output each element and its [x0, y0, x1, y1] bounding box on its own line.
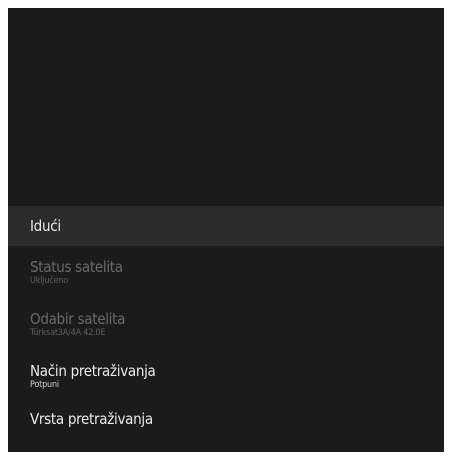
settings-menu: Idući Status satelita Uključeno Odabir s… — [8, 206, 444, 442]
menu-item-satellite-status[interactable]: Status satelita Uključeno — [8, 246, 444, 298]
menu-item-scan-type-label: Vrsta pretraživanja — [30, 410, 153, 428]
menu-item-satellite-selection-label: Odabir satelita — [30, 309, 126, 328]
menu-item-scan-mode-label: Način pretraživanja — [30, 361, 156, 380]
menu-item-scan-mode-value: Potpuni — [30, 379, 59, 390]
menu-item-satellite-status-value: Uključeno — [30, 275, 68, 286]
menu-item-satellite-selection-value: Türksat3A/4A 42.0E — [30, 327, 106, 338]
menu-item-scan-type[interactable]: Vrsta pretraživanja — [8, 402, 444, 442]
menu-item-next-label: Idući — [30, 217, 61, 235]
menu-item-satellite-status-label: Status satelita — [30, 257, 123, 276]
menu-item-satellite-selection[interactable]: Odabir satelita Türksat3A/4A 42.0E — [8, 298, 444, 350]
menu-item-next[interactable]: Idući — [8, 206, 444, 246]
menu-item-scan-mode[interactable]: Način pretraživanja Potpuni — [8, 350, 444, 402]
tv-settings-screen: Idući Status satelita Uključeno Odabir s… — [8, 8, 444, 452]
